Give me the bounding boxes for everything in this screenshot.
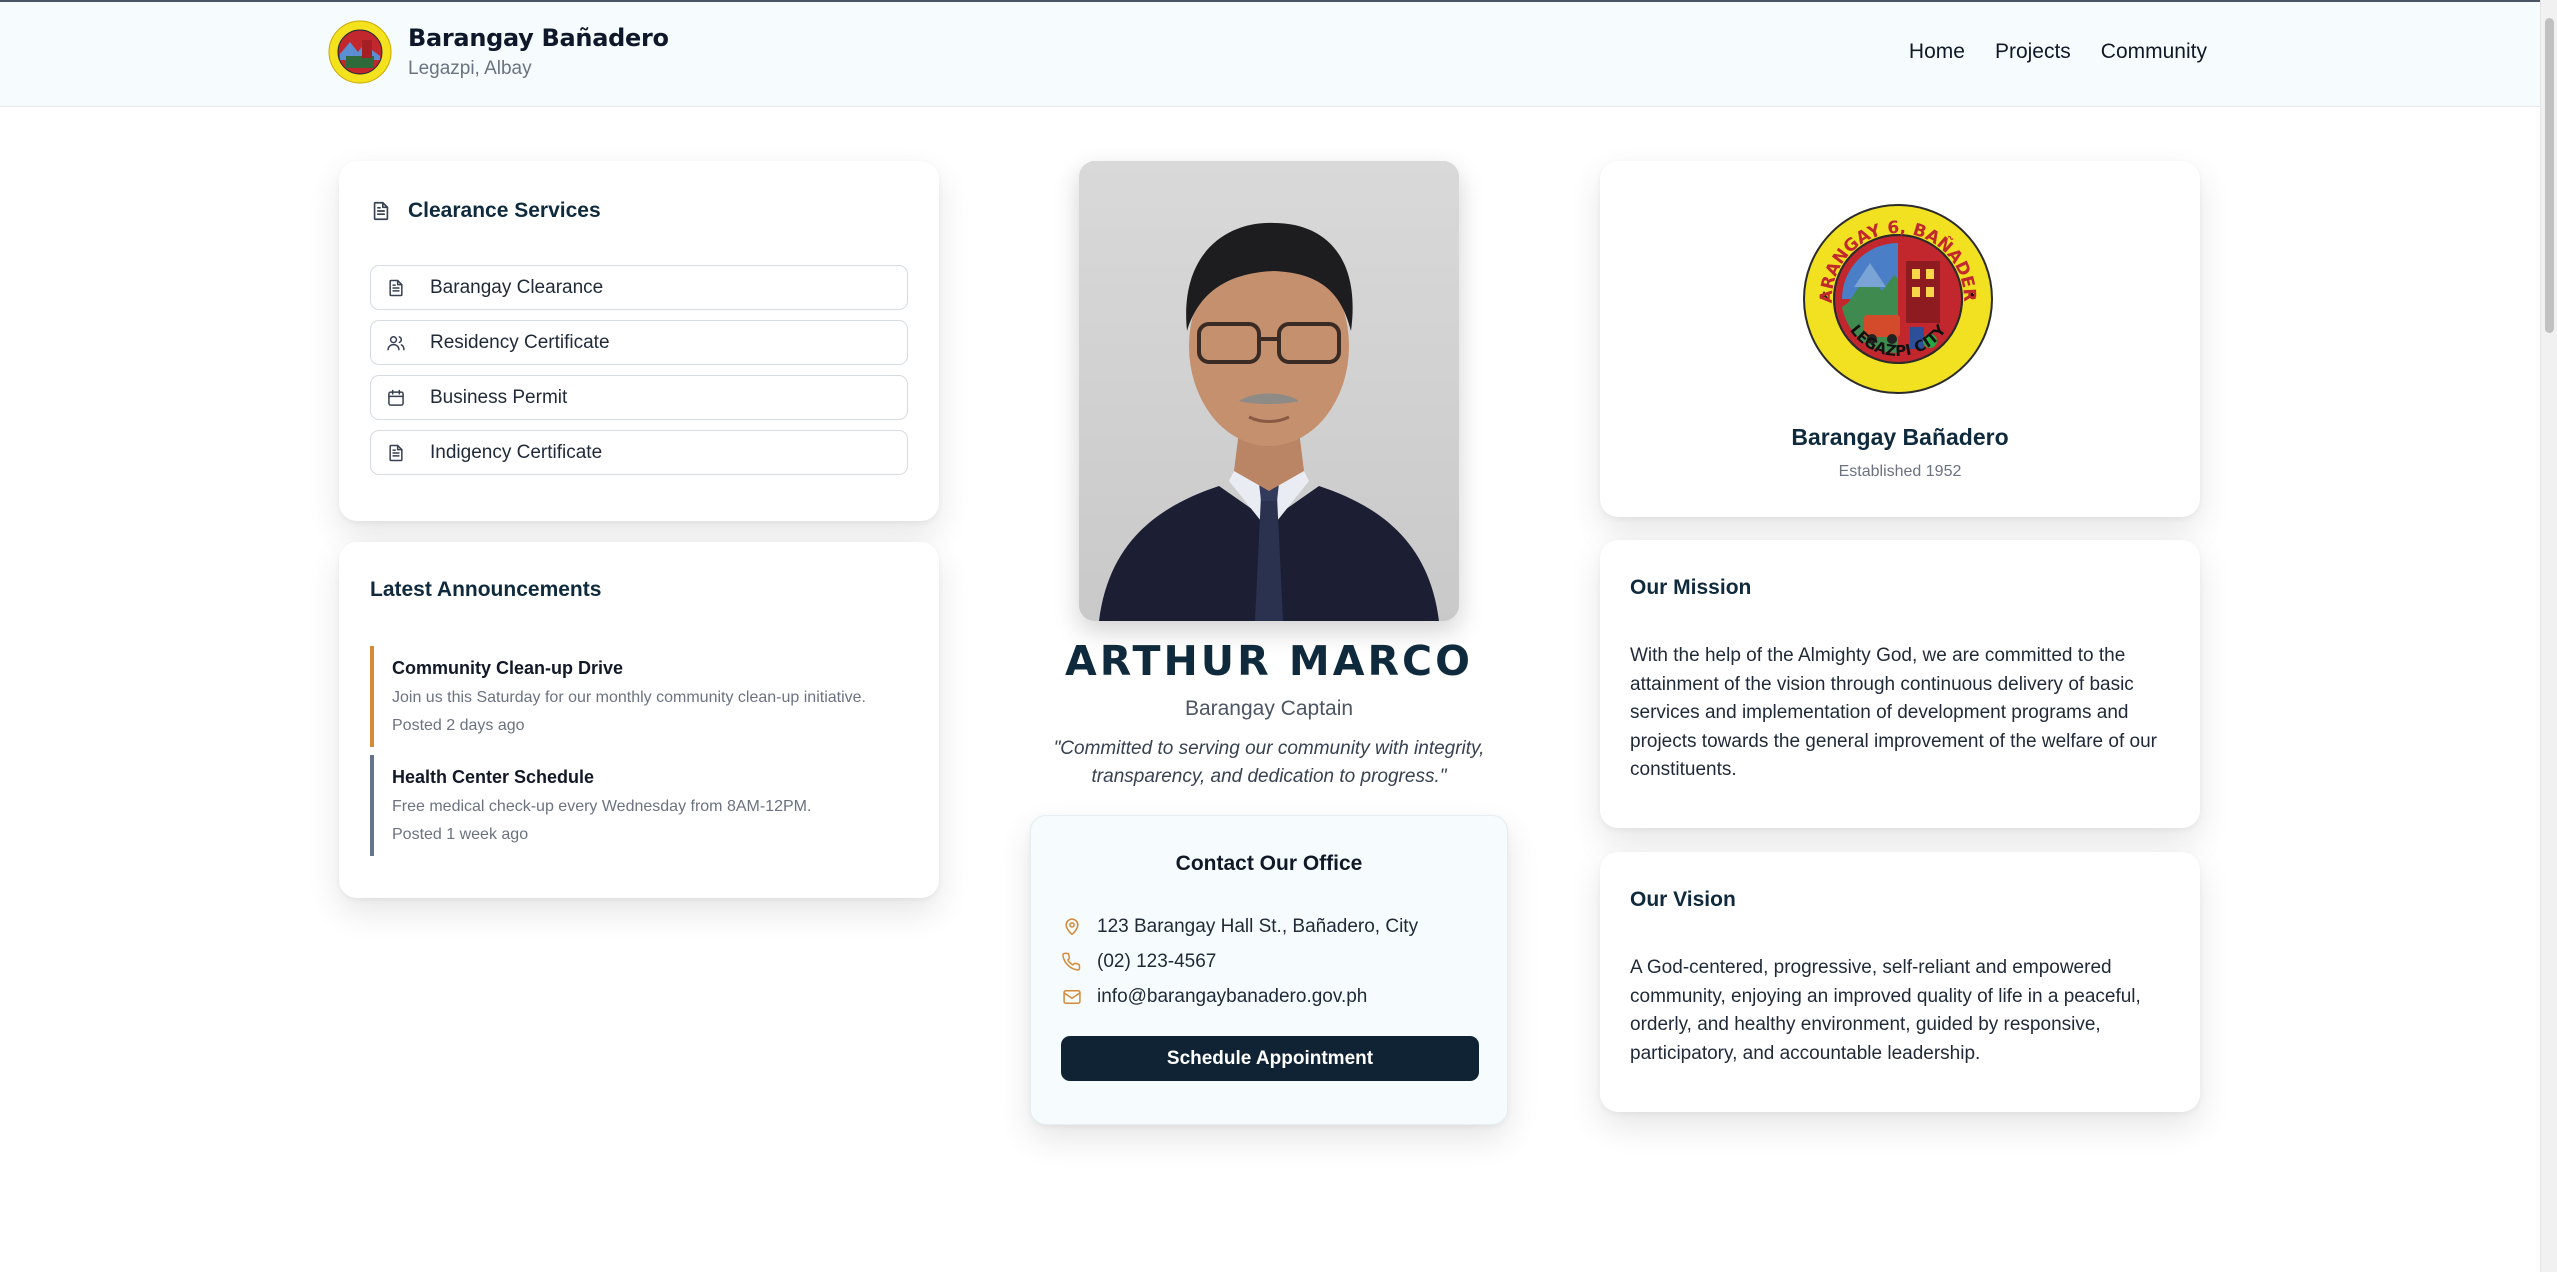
contact-office-card: Contact Our Office 123 Barangay Hall St.… [1030,815,1508,1125]
contact-address: 123 Barangay Hall St., Bañadero, City [1062,916,1418,938]
services-title: Clearance Services [408,199,601,222]
contact-phone-text: (02) 123-4567 [1097,951,1217,972]
nav-home[interactable]: Home [1909,40,1965,64]
announcement-title: Health Center Schedule [392,767,595,787]
announcement-description: Free medical check-up every Wednesday fr… [392,798,812,815]
vision-card: Our Vision A God-centered, progressive, … [1600,852,2200,1112]
service-label: Business Permit [430,386,568,408]
vision-text: A God-centered, progressive, self-relian… [1630,957,2141,1064]
schedule-appointment-button[interactable]: Schedule Appointment [1061,1036,1479,1081]
site-header: Barangay Bañadero Legazpi, Albay Home Pr… [0,2,2540,107]
mission-title: Our Mission [1630,576,1752,599]
barangay-profile-card: BARANGAY 6, BAÑADERO LEGAZPI CITY Barang… [1600,161,2200,517]
business-permit-button[interactable]: Business Permit [370,375,908,420]
brand-name: Barangay Bañadero [408,24,669,52]
contact-email[interactable]: info@barangaybanadero.gov.ph [1062,986,1367,1008]
document-icon [373,201,389,221]
announcements-card: Latest Announcements Community Clean-up … [339,542,939,898]
nav-projects[interactable]: Projects [1995,40,2071,64]
document-icon [389,444,403,461]
announcement-description: Join us this Saturday for our monthly co… [392,689,866,706]
map-pin-icon [1065,918,1079,936]
contact-phone[interactable]: (02) 123-4567 [1062,951,1216,973]
barangay-name: Barangay Bañadero [1791,424,2009,450]
main-nav: Home Projects Community [1909,40,2207,64]
captain-role: Barangay Captain [1184,697,1354,720]
service-label: Residency Certificate [430,331,610,353]
announcement-timestamp: Posted 2 days ago [392,717,525,734]
contact-email-text: info@barangaybanadero.gov.ph [1097,986,1368,1007]
brand[interactable]: Barangay Bañadero Legazpi, Albay [328,20,669,84]
barangay-seal-logo-icon [328,20,392,84]
announcement-item[interactable]: Health Center Schedule Free medical chec… [370,755,915,856]
users-icon [387,335,405,350]
vision-title: Our Vision [1630,888,1736,911]
scrollbar-thumb[interactable] [2545,18,2554,333]
service-label: Barangay Clearance [430,276,604,298]
contact-title: Contact Our Office [1175,852,1363,875]
mail-icon [1063,990,1081,1004]
captain-photo-illustration [1079,161,1459,621]
services-header: Clearance Services [370,199,601,223]
document-icon [389,279,403,296]
announcement-timestamp: Posted 1 week ago [392,826,529,843]
brand-location: Legazpi, Albay [408,58,532,79]
calendar-icon [388,389,404,406]
indigency-certificate-button[interactable]: Indigency Certificate [370,430,908,475]
established-year: Established 1952 [1838,463,1962,480]
page-scrollbar[interactable] [2540,0,2557,1272]
service-label: Indigency Certificate [430,441,603,463]
clearance-services-card: Clearance Services Barangay Clearance Re… [339,161,939,521]
barangay-seal-icon: BARANGAY 6, BAÑADERO LEGAZPI CITY [1802,203,1993,394]
residency-certificate-button[interactable]: Residency Certificate [370,320,908,365]
contact-address-text: 123 Barangay Hall St., Bañadero, City [1097,916,1419,937]
announcements-title: Latest Announcements [370,578,602,601]
phone-icon [1062,952,1081,971]
captain-portrait [1079,161,1459,621]
barangay-clearance-button[interactable]: Barangay Clearance [370,265,908,310]
announcement-title: Community Clean-up Drive [392,658,624,678]
captain-quote: "Committed to serving our community with… [1053,738,1485,787]
mission-card: Our Mission With the help of the Almight… [1600,540,2200,828]
announcement-item[interactable]: Community Clean-up Drive Join us this Sa… [370,646,915,747]
nav-community[interactable]: Community [2101,40,2207,64]
captain-name: ARTHUR MARCO [1065,637,1473,685]
mission-text: With the help of the Almighty God, we ar… [1630,645,2157,780]
